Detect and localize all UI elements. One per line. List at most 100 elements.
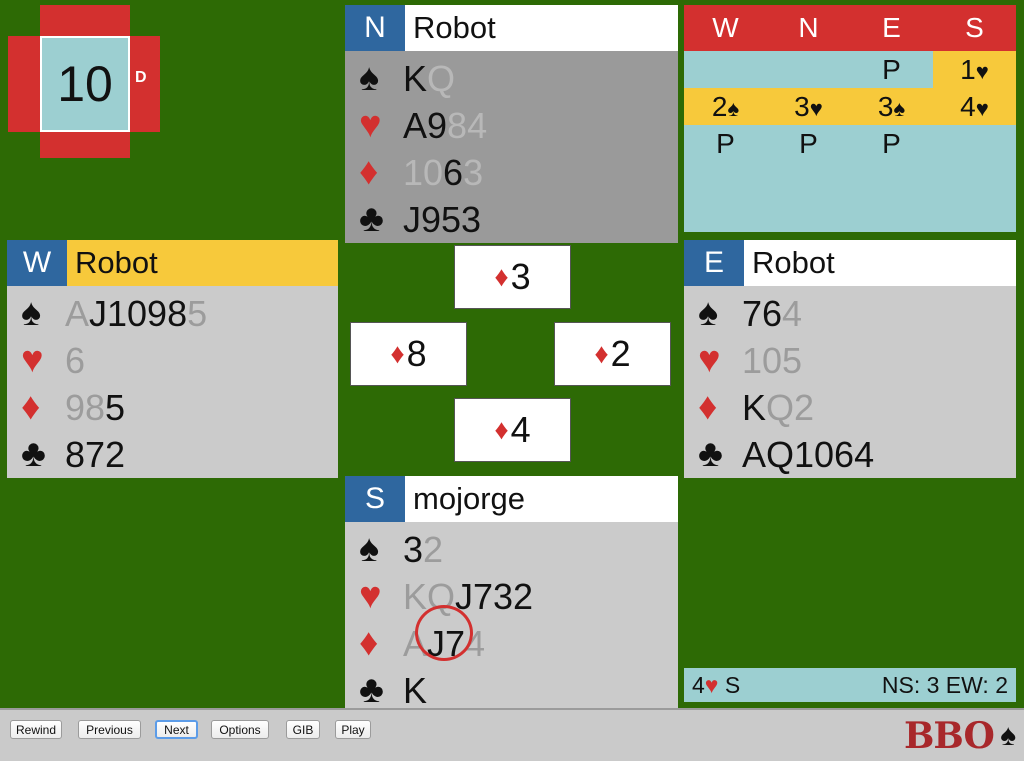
played-cards: 2 — [423, 528, 444, 570]
bidding-header: W N E S — [684, 5, 1016, 51]
played-cards: 6 — [65, 339, 86, 381]
bid-cell: P — [882, 128, 901, 159]
suit-line-spades: ♠ A J1098 5 — [21, 290, 338, 337]
vulnerability-south — [40, 132, 130, 158]
seat-label-east: E — [684, 240, 744, 286]
suit-line-clubs: ♣ J953 — [359, 196, 678, 243]
held-cards: K — [742, 386, 767, 428]
bidding-header-east: E — [882, 12, 901, 43]
trick-card-north: ♦ 3 — [454, 245, 571, 309]
club-icon: ♣ — [21, 433, 46, 475]
suit-line-hearts: ♥ A9 84 — [359, 102, 678, 149]
bbo-logo: BBO ♠ — [900, 711, 1020, 759]
diamond-icon: ♦ — [494, 414, 509, 445]
diamond-icon: ♦ — [698, 386, 718, 428]
trick-rank-west: 8 — [406, 333, 427, 374]
player-name-east: Robot — [744, 240, 1016, 286]
cards-south[interactable]: ♠ 3 2 ♥ KQ J732 ♦ A J7 4 ♣ K — [345, 522, 678, 714]
bidding-header-south: S — [965, 12, 984, 43]
suit-line-clubs: ♣ AQ1064 — [698, 431, 1016, 478]
hand-west: W Robot ♠ A J1098 5 ♥ 6 ♦ 98 5 ♣ 872 — [7, 240, 338, 478]
rewind-button[interactable]: Rewind — [10, 720, 62, 739]
board-number: 10 — [40, 36, 130, 132]
diamond-icon: ♦ — [594, 338, 609, 369]
suit-line-diamonds: ♦ 98 5 — [21, 384, 338, 431]
held-cards: J1098 — [89, 292, 188, 334]
diamond-icon: ♦ — [494, 261, 509, 292]
held-cards[interactable]: K — [403, 670, 427, 712]
next-button[interactable]: Next — [155, 720, 198, 739]
played-cards: 105 — [742, 339, 803, 381]
heart-icon: ♥ — [359, 104, 382, 146]
bid-cell: 3♥ — [794, 91, 823, 122]
contract-status: 4♥ S NS: 3 EW: 2 — [684, 668, 1016, 702]
diamond-icon: ♦ — [359, 622, 379, 664]
suit-line-spades: ♠ 3 2 — [359, 526, 678, 573]
bid-cell: 1♥ — [933, 51, 1016, 90]
played-cards: 5 — [187, 292, 208, 334]
bid-cell: P — [716, 128, 735, 159]
play-button[interactable]: Play — [335, 720, 371, 739]
diamond-icon: ♦ — [390, 338, 405, 369]
dealer-marker: D — [135, 69, 147, 86]
heart-icon: ♥ — [21, 339, 44, 381]
bidding-header-west: W — [712, 12, 739, 43]
spade-icon: ♠ — [893, 96, 906, 121]
diamond-icon: ♦ — [21, 386, 41, 428]
card-highlight-circle — [415, 605, 473, 661]
bidding-row: 2♠ 3♥ 3♠ 4♥ — [684, 88, 1016, 125]
bidding-row: P 1♥ — [684, 51, 1016, 90]
held-cards[interactable]: 3 — [403, 529, 423, 571]
bidding-row: PPP — [684, 125, 1016, 162]
heart-icon: ♥ — [704, 671, 719, 698]
hand-north: N Robot ♠ K Q ♥ A9 84 ♦ 10 6 3 ♣ J953 — [345, 5, 678, 243]
hand-south: S mojorge ♠ 3 2 ♥ KQ J732 ♦ A J7 4 ♣ K — [345, 476, 678, 714]
player-name-south: mojorge — [405, 476, 678, 522]
tricks-score: NS: 3 EW: 2 — [881, 671, 1008, 698]
spade-icon: ♠ — [727, 96, 740, 121]
played-cards: A — [65, 292, 90, 334]
suit-line-hearts: ♥ 6 — [21, 337, 338, 384]
spade-icon: ♠ — [698, 292, 719, 334]
previous-button[interactable]: Previous — [78, 720, 141, 739]
spade-icon: ♠ — [359, 528, 380, 570]
played-cards: Q2 — [766, 386, 815, 428]
trick-card-west: ♦ 8 — [350, 322, 467, 386]
bidding-header-north: N — [798, 12, 819, 43]
gib-button[interactable]: GIB — [286, 720, 320, 739]
played-cards: 4 — [782, 292, 803, 334]
held-cards: K — [403, 57, 428, 99]
board-number-indicator: 10 D — [8, 5, 160, 158]
suit-line-diamonds: ♦ K Q2 — [698, 384, 1016, 431]
bid-cell: P — [882, 54, 901, 85]
heart-icon: ♥ — [359, 575, 382, 617]
diamond-icon: ♦ — [359, 151, 379, 193]
heart-icon: ♥ — [975, 59, 989, 84]
played-cards: 84 — [447, 104, 488, 146]
held-cards: 872 — [65, 433, 126, 475]
trick-card-south: ♦ 4 — [454, 398, 571, 462]
club-icon: ♣ — [359, 198, 384, 240]
bbo-logo-text: BBO — [904, 715, 995, 757]
held-cards: 76 — [742, 292, 783, 334]
suit-line-diamonds: ♦ A J7 4 — [359, 620, 678, 667]
held-cards[interactable]: J732 — [455, 576, 533, 618]
toolbar: Rewind Previous Next Options GIB Play — [0, 708, 1024, 761]
held-cards: 5 — [105, 386, 126, 428]
held-cards: J953 — [403, 198, 482, 240]
vulnerability-west — [8, 36, 40, 132]
heart-icon: ♥ — [809, 96, 823, 121]
options-button[interactable]: Options — [211, 720, 269, 739]
bid-cell — [933, 125, 1016, 162]
suit-line-diamonds: ♦ 10 6 3 — [359, 149, 678, 196]
played-cards: 3 — [463, 151, 484, 193]
suit-line-hearts: ♥ KQ J732 — [359, 573, 678, 620]
seat-label-south: S — [345, 476, 405, 522]
cards-west: ♠ A J1098 5 ♥ 6 ♦ 98 5 ♣ 872 — [7, 286, 338, 478]
held-cards: A9 — [403, 104, 448, 146]
suit-line-clubs: ♣ 872 — [21, 431, 338, 478]
club-icon: ♣ — [359, 669, 384, 711]
cards-east: ♠ 76 4 ♥ 105 ♦ K Q2 ♣ AQ1064 — [684, 286, 1016, 478]
trick-rank-north: 3 — [510, 256, 531, 297]
bid-cell: 3♠ — [877, 91, 906, 122]
